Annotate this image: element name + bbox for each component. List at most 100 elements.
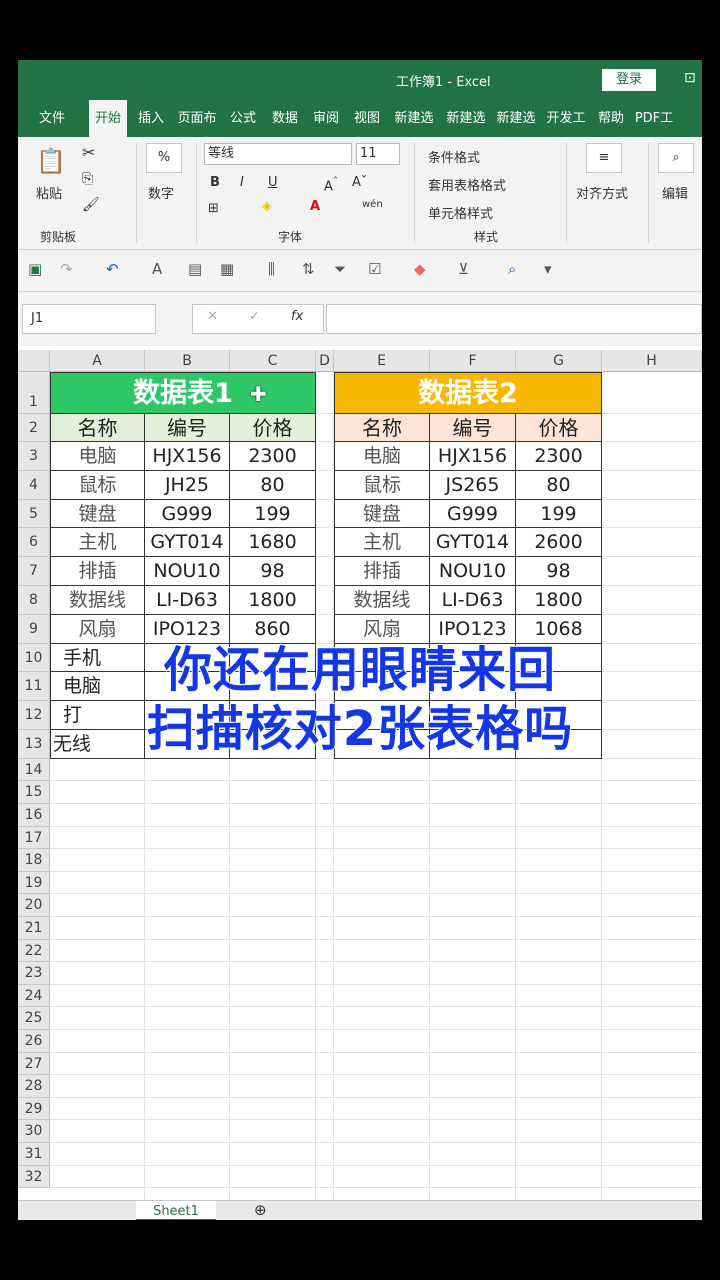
cond-format-button[interactable]: 条件格式 [428,147,480,166]
table1-cell[interactable]: GYT014 [145,528,230,558]
column-header[interactable]: G [516,350,602,372]
fill-color-icon[interactable]: ◈ [262,199,272,214]
column-header[interactable]: C [230,350,316,372]
name-box[interactable]: J1 [22,304,156,334]
bold-button[interactable]: B [210,175,220,190]
table1-cell[interactable]: LI-D63 [145,586,230,615]
row-header[interactable]: 23 [18,962,50,985]
table1-cell[interactable]: HJX156 [145,442,230,471]
table2-cell[interactable]: G999 [430,499,516,529]
tab-2[interactable]: 插入 [132,100,170,137]
filter-icon[interactable]: ⏷ [334,260,346,278]
column-header[interactable]: F [430,350,516,372]
table1-cell[interactable]: 199 [230,499,316,529]
table2-cell[interactable]: NOU10 [430,557,516,586]
tab-1[interactable]: 开始 [89,100,127,137]
phonetic-icon[interactable]: wén [362,199,383,210]
table2-cell[interactable]: 主机 [334,528,430,558]
undo-icon[interactable]: ↶ [106,260,119,278]
tab-8[interactable]: 新建选 [390,100,438,137]
row-header[interactable]: 26 [18,1030,50,1053]
table2-cell[interactable]: 2300 [516,442,602,471]
checklist-icon[interactable]: ☑ [368,260,381,278]
table2-cell[interactable]: 数据线 [334,586,430,615]
table2-cell[interactable]: 199 [516,499,602,529]
table2-cell[interactable]: LI-D63 [430,586,516,615]
cancel-icon[interactable]: ✕ [207,309,218,324]
table-format-button[interactable]: 套用表格格式 [428,175,506,194]
column-header[interactable]: B [145,350,230,372]
tab-10[interactable]: 新建选 [492,100,540,137]
column-header[interactable]: E [334,350,430,372]
form-icon[interactable]: ▤ [188,260,202,278]
row-header[interactable]: 5 [18,499,50,529]
row-header[interactable]: 29 [18,1097,50,1121]
format-painter-icon[interactable]: 🖌 [82,197,100,213]
table1-cell[interactable]: 鼠标 [50,470,145,500]
row-header[interactable]: 22 [18,939,50,963]
row-header[interactable]: 31 [18,1143,50,1166]
row-header[interactable]: 30 [18,1120,50,1143]
number-format-button[interactable]: 数字 [148,183,174,202]
row-header[interactable]: 16 [18,804,50,827]
table2-cell[interactable]: 98 [516,557,602,586]
alignment-button[interactable]: 对齐方式 [576,183,628,202]
tab-13[interactable]: PDF工 [632,100,676,137]
table1-title[interactable]: 数据表1 [50,372,316,414]
table1-cell[interactable]: NOU10 [145,557,230,586]
row-header[interactable]: 14 [18,758,50,782]
table2-header-cell[interactable]: 价格 [516,414,602,442]
table1-cell[interactable]: 1800 [230,586,316,615]
row-header[interactable]: 20 [18,894,50,917]
table2-cell[interactable]: 排插 [334,557,430,586]
row-header[interactable]: 19 [18,871,50,895]
editing-button[interactable]: 编辑 [662,183,688,202]
table1-cell[interactable]: 1680 [230,528,316,558]
table2-cell[interactable]: HJX156 [430,442,516,471]
row-header[interactable]: 7 [18,557,50,586]
eraser-icon[interactable]: ◆ [414,260,426,278]
tab-3[interactable]: 页面布 [174,100,220,137]
redo-icon[interactable]: ↷ [60,260,73,278]
table2-cell[interactable]: GYT014 [430,528,516,558]
table1-cell[interactable]: 排插 [50,557,145,586]
table1-header-cell[interactable]: 名称 [50,414,145,442]
paste-icon[interactable]: 📋 [36,147,66,175]
table2-cell[interactable]: 电脑 [334,442,430,471]
column-header[interactable]: H [602,350,702,372]
insert-icon[interactable]: ⊻ [458,260,469,278]
cut-icon[interactable]: ✂ [82,143,95,162]
table2-header-cell[interactable]: 名称 [334,414,430,442]
table1-header-cell[interactable]: 价格 [230,414,316,442]
fx-icon[interactable]: fx [291,309,303,324]
find-icon[interactable]: ⌕ [508,260,516,278]
table2-cell[interactable]: JS265 [430,470,516,500]
table1-header-cell[interactable]: 编号 [145,414,230,442]
formula-input[interactable] [326,304,702,334]
table2-title[interactable]: 数据表2 [334,372,602,414]
row-header[interactable]: 21 [18,917,50,940]
tab-4[interactable]: 公式 [224,100,262,137]
sort-icon[interactable]: ⇅ [302,260,315,278]
row-header[interactable]: 24 [18,984,50,1008]
font-name-select[interactable]: 等线 [204,143,352,165]
align-icon[interactable]: ≡ [586,143,622,173]
row-header[interactable]: 4 [18,470,50,500]
font-grow-icon[interactable]: Aˆ [324,175,338,194]
table2-cell[interactable]: 键盘 [334,499,430,529]
column-header[interactable]: D [316,350,334,372]
tab-0[interactable]: 文件 [34,100,70,137]
font-shrink-icon[interactable]: Aˇ [352,175,367,190]
table1-cell[interactable]: 80 [230,470,316,500]
table1-cell[interactable]: 主机 [50,528,145,558]
tab-5[interactable]: 数据 [266,100,304,137]
table1-cell[interactable]: 电脑 [50,442,145,471]
paste-button[interactable]: 粘贴 [36,183,62,202]
table1-cell[interactable]: 2300 [230,442,316,471]
tab-9[interactable]: 新建选 [442,100,490,137]
underline-button[interactable]: U [268,175,278,190]
column-header[interactable]: A [50,350,145,372]
table1-cell[interactable]: 98 [230,557,316,586]
customize-icon[interactable]: ▾ [544,260,552,278]
row-header[interactable]: 32 [18,1165,50,1189]
